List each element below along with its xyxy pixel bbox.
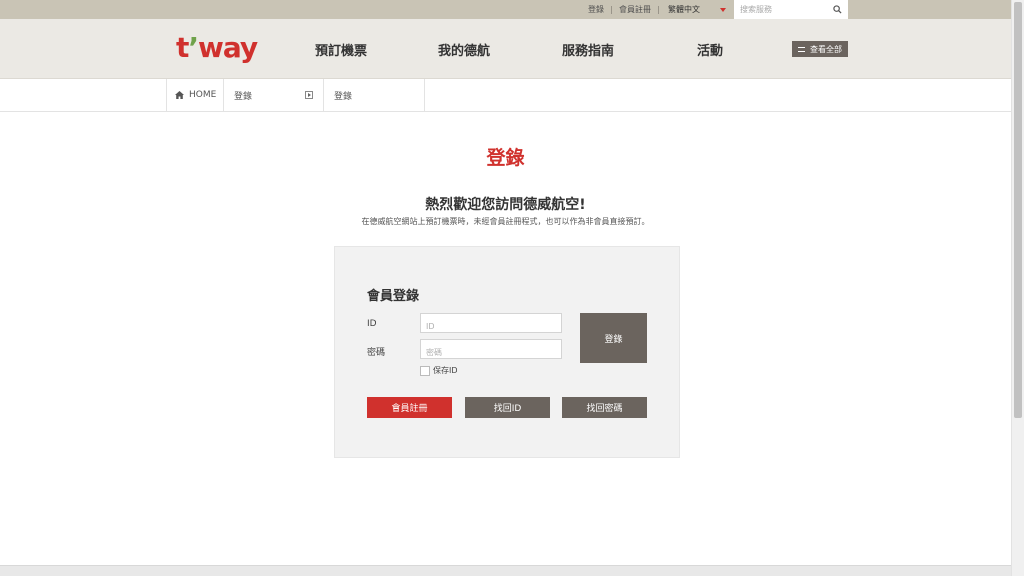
view-all-button[interactable]: 查看全部 — [792, 41, 848, 57]
chevron-right-icon[interactable] — [305, 91, 313, 99]
search-box — [734, 0, 848, 19]
page-title: 登錄 — [486, 147, 525, 169]
welcome-description: 在德威航空網站上預訂機票時，未經會員註冊程式，也可以作為非會員直接預訂。 — [361, 217, 650, 226]
id-input[interactable] — [421, 317, 561, 336]
register-button[interactable]: 會員註冊 — [367, 397, 452, 418]
logo[interactable]: t’way — [176, 31, 258, 64]
language-select[interactable]: 繁體中文 — [668, 0, 730, 19]
find-password-button[interactable]: 找回密碼 — [562, 397, 647, 418]
login-link[interactable]: 登錄 — [588, 4, 604, 15]
register-link[interactable]: 會員註冊 — [619, 4, 651, 15]
nav-book-ticket[interactable]: 預訂機票 — [315, 40, 367, 59]
breadcrumb: HOME 登錄 登錄 — [0, 79, 1011, 112]
password-label: 密碼 — [367, 348, 386, 358]
login-panel-title: 會員登錄 — [367, 289, 420, 304]
login-button[interactable]: 登錄 — [580, 313, 647, 363]
password-field — [420, 339, 562, 362]
nav-events[interactable]: 活動 — [697, 40, 723, 59]
nav-service-guide[interactable]: 服務指南 — [562, 40, 614, 59]
id-label: ID — [367, 319, 377, 329]
welcome-heading: 熱烈歡迎您訪問德威航空! — [425, 197, 586, 213]
language-value: 繁體中文 — [668, 5, 700, 14]
checkbox-box[interactable] — [420, 365, 430, 376]
divider — [611, 5, 612, 14]
breadcrumb-level1[interactable]: 登錄 — [224, 79, 324, 111]
search-icon[interactable] — [833, 5, 842, 14]
scrollbar-thumb[interactable] — [1014, 2, 1022, 418]
header: t’way 預訂機票 我的德航 服務指南 活動 查看全部 — [0, 19, 1011, 79]
save-id-checkbox[interactable]: 保存ID — [420, 365, 458, 376]
password-input[interactable] — [421, 343, 561, 362]
view-all-label: 查看全部 — [810, 44, 842, 54]
id-field — [420, 313, 562, 336]
page-footer-edge — [0, 565, 1011, 576]
caret-down-icon — [720, 8, 726, 12]
divider — [658, 5, 659, 14]
search-input[interactable] — [734, 1, 826, 18]
breadcrumb-level2: 登錄 — [324, 79, 425, 111]
breadcrumb-level1-label: 登錄 — [234, 91, 253, 102]
login-panel: 會員登錄 ID 密碼 登錄 保存ID 會員註冊 找回ID 找回密碼 — [334, 246, 680, 458]
nav-my-tway[interactable]: 我的德航 — [438, 40, 490, 59]
vertical-scrollbar[interactable] — [1011, 0, 1024, 576]
utility-bar: 登錄 會員註冊 繁體中文 — [0, 0, 1011, 19]
home-icon — [175, 91, 184, 99]
menu-icon — [798, 46, 805, 52]
breadcrumb-home-label: HOME — [189, 90, 217, 100]
save-id-label: 保存ID — [433, 366, 458, 375]
breadcrumb-home[interactable]: HOME — [166, 79, 224, 111]
find-id-button[interactable]: 找回ID — [465, 397, 550, 418]
breadcrumb-level2-label: 登錄 — [334, 91, 353, 102]
page: 登錄 會員註冊 繁體中文 t’way 預訂機票 我的德航 服務指南 活動 查看全… — [0, 0, 1011, 576]
utility-links: 登錄 會員註冊 — [588, 0, 666, 19]
